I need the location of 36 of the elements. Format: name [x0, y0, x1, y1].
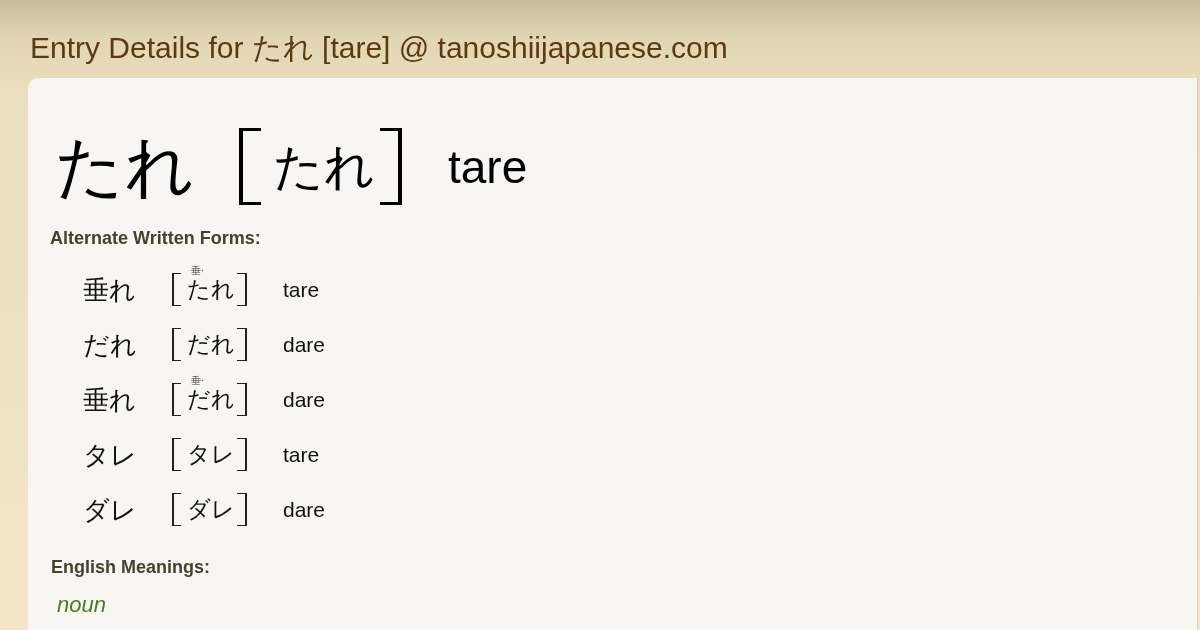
furigana-annotation: 垂· [191, 266, 205, 276]
reading: たれ [187, 278, 235, 301]
written-form: 垂れ [83, 276, 137, 303]
written-form: だれ [83, 331, 138, 358]
opening-bracket-icon [172, 493, 181, 526]
reading: だれ [187, 333, 235, 356]
closing-bracket-icon [237, 438, 247, 471]
reading: ダレ [187, 498, 235, 521]
romaji: tare [283, 444, 320, 465]
romaji: dare [283, 389, 326, 410]
romaji: tare [448, 143, 528, 190]
reading: タレ [187, 443, 235, 466]
opening-bracket-icon [172, 328, 181, 361]
closing-bracket-icon [380, 128, 402, 205]
romaji: tare [283, 279, 320, 300]
part-of-speech: noun [57, 591, 106, 619]
opening-bracket-icon [172, 383, 181, 416]
opening-bracket-icon [172, 273, 181, 306]
opening-bracket-icon [239, 128, 261, 205]
written-form: 垂れ [83, 386, 137, 413]
furigana-annotation: 垂· [191, 376, 205, 386]
closing-bracket-icon [237, 383, 247, 416]
romaji: dare [283, 499, 326, 520]
closing-bracket-icon [237, 273, 247, 306]
reading: だれ [187, 388, 235, 411]
headword: たれ [55, 132, 195, 201]
section-heading: English Meanings: [51, 556, 210, 578]
opening-bracket-icon [172, 438, 181, 471]
written-form: タレ [83, 441, 138, 468]
reading: たれ [273, 141, 375, 192]
closing-bracket-icon [237, 328, 247, 361]
page-title: Entry Details for たれ [tare] @ tanoshiijapanese.com [30, 31, 728, 65]
written-form: ダレ [83, 496, 138, 523]
closing-bracket-icon [237, 493, 247, 526]
romaji: dare [283, 334, 326, 355]
section-heading: Alternate Written Forms: [50, 227, 261, 249]
